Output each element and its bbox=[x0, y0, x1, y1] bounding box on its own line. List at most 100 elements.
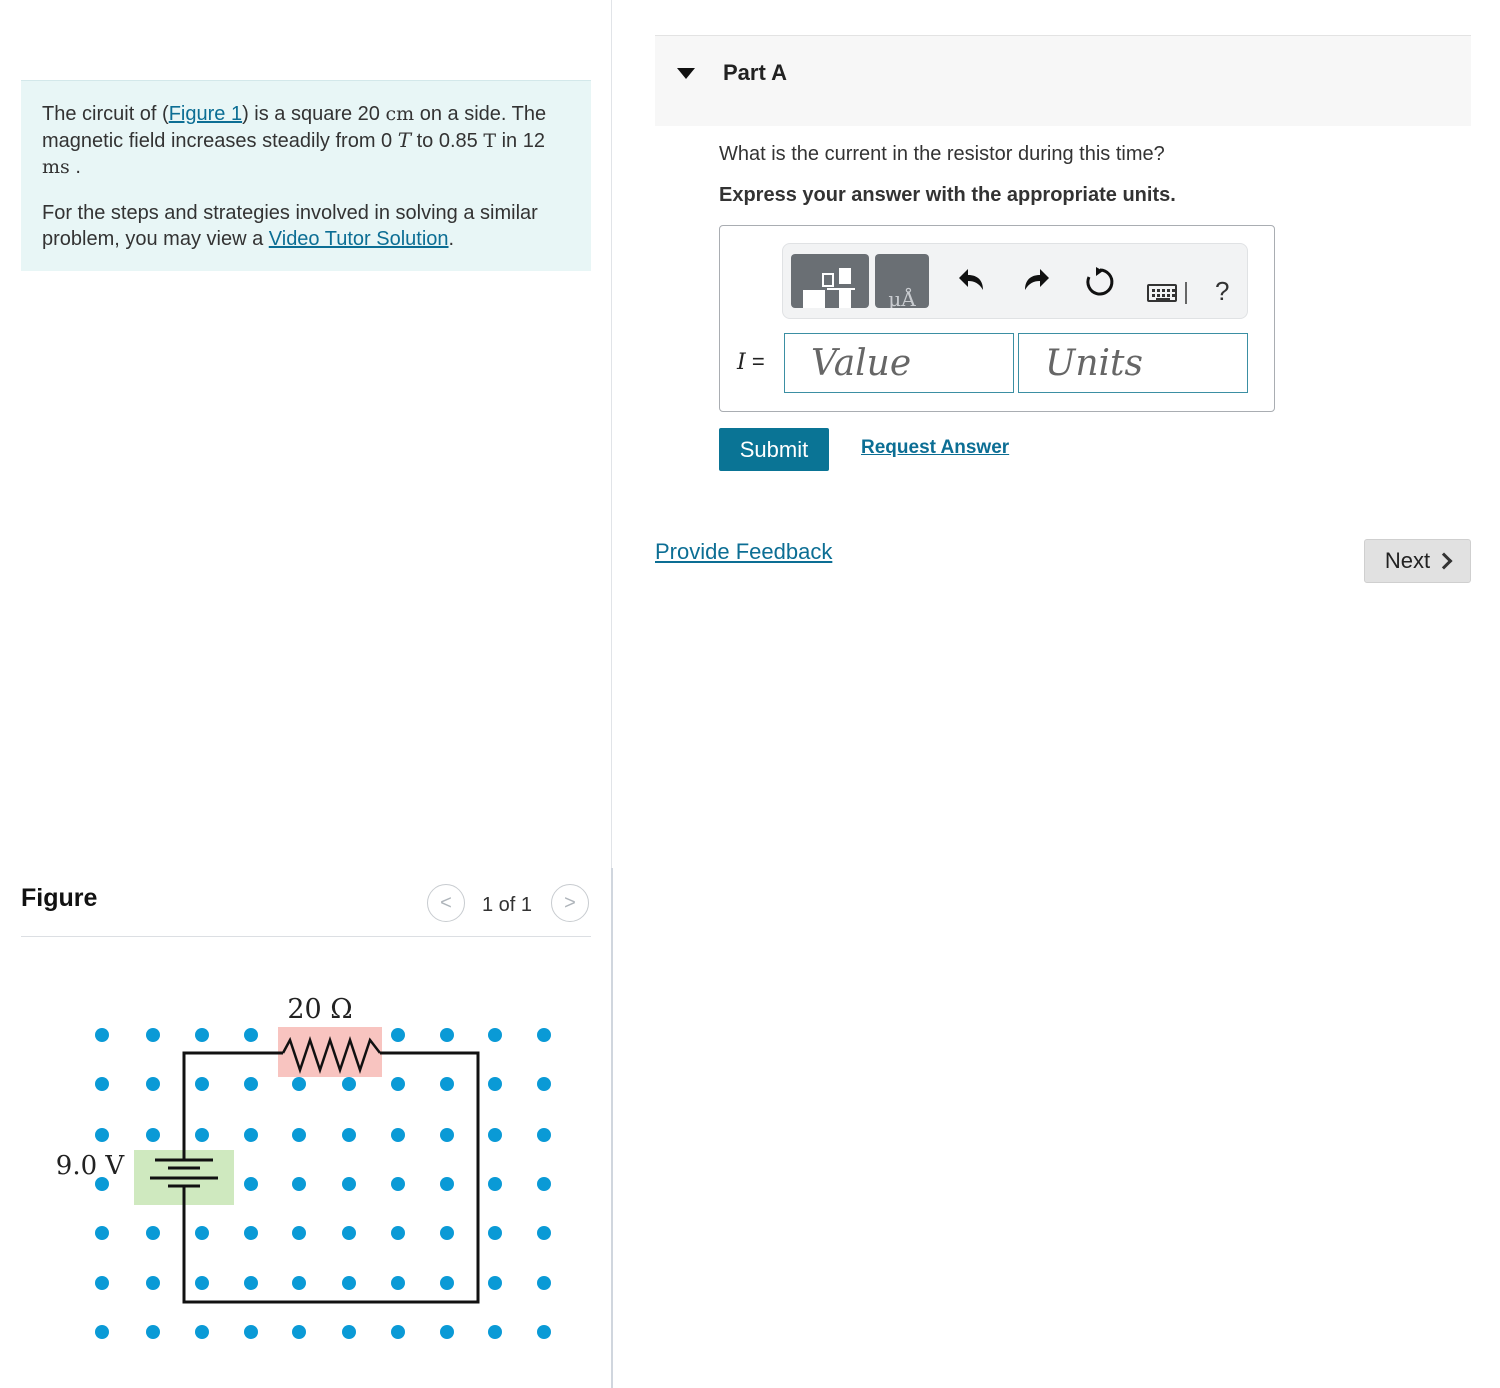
field-dot bbox=[488, 1177, 502, 1191]
redo-icon[interactable] bbox=[1019, 266, 1053, 301]
field-dot bbox=[146, 1128, 160, 1142]
field-dot bbox=[342, 1177, 356, 1191]
problem-statement: The circuit of (Figure 1) is a square 20… bbox=[21, 80, 591, 271]
field-dot bbox=[244, 1325, 258, 1339]
chevron-right-icon bbox=[1435, 552, 1453, 570]
video-tutor-link[interactable]: Video Tutor Solution bbox=[269, 228, 449, 250]
field-dot bbox=[440, 1128, 454, 1142]
field-dot bbox=[488, 1128, 502, 1142]
field-dot bbox=[195, 1128, 209, 1142]
field-dot bbox=[146, 1077, 160, 1091]
field-dot bbox=[391, 1077, 405, 1091]
field-dot bbox=[342, 1226, 356, 1240]
field-dot bbox=[195, 1325, 209, 1339]
field-dot bbox=[292, 1177, 306, 1191]
submit-button[interactable]: Submit bbox=[719, 428, 829, 471]
field-dot bbox=[95, 1276, 109, 1290]
field-dot bbox=[342, 1128, 356, 1142]
toolbar-separator bbox=[1185, 282, 1187, 304]
provide-feedback-link[interactable]: Provide Feedback bbox=[655, 539, 832, 565]
field-dot bbox=[391, 1276, 405, 1290]
field-dot bbox=[146, 1325, 160, 1339]
field-dot bbox=[95, 1325, 109, 1339]
field-dot bbox=[95, 1028, 109, 1042]
field-dot bbox=[440, 1177, 454, 1191]
field-dot bbox=[195, 1276, 209, 1290]
previous-figure-button[interactable]: < bbox=[427, 884, 465, 922]
field-dot bbox=[244, 1226, 258, 1240]
keyboard-icon[interactable] bbox=[1147, 284, 1177, 302]
figure-title: Figure bbox=[21, 884, 98, 912]
field-dot bbox=[391, 1128, 405, 1142]
next-figure-button[interactable]: > bbox=[551, 884, 589, 922]
reset-icon[interactable] bbox=[1083, 266, 1117, 305]
problem-text: The circuit of (Figure 1) is a square 20… bbox=[42, 103, 547, 178]
part-title: Part A bbox=[723, 60, 787, 85]
field-dot bbox=[537, 1028, 551, 1042]
field-dot bbox=[342, 1276, 356, 1290]
field-dot bbox=[292, 1128, 306, 1142]
value-input[interactable] bbox=[784, 333, 1014, 393]
field-dot bbox=[146, 1028, 160, 1042]
question-text: What is the current in the resistor duri… bbox=[719, 143, 1165, 165]
field-dot bbox=[195, 1028, 209, 1042]
pager-count: 1 of 1 bbox=[482, 894, 533, 916]
field-dot bbox=[488, 1226, 502, 1240]
field-dot bbox=[292, 1325, 306, 1339]
chevron-left-icon: < bbox=[440, 891, 452, 914]
field-dot bbox=[391, 1177, 405, 1191]
units-input[interactable] bbox=[1018, 333, 1248, 393]
field-dot bbox=[244, 1028, 258, 1042]
part-a-header[interactable]: Part A bbox=[655, 35, 1471, 126]
next-label: Next bbox=[1384, 548, 1431, 573]
field-dot bbox=[95, 1226, 109, 1240]
field-dot bbox=[195, 1226, 209, 1240]
field-dot bbox=[342, 1077, 356, 1091]
next-button[interactable]: Next bbox=[1364, 539, 1471, 583]
field-dot bbox=[195, 1077, 209, 1091]
field-dot bbox=[537, 1077, 551, 1091]
field-dot bbox=[244, 1276, 258, 1290]
units-button[interactable]: μÅ bbox=[875, 254, 929, 308]
collapse-caret-icon[interactable] bbox=[677, 68, 695, 79]
figure-pager: < 1 of 1 > bbox=[426, 884, 591, 924]
field-dot bbox=[488, 1077, 502, 1091]
help-icon[interactable]: ? bbox=[1215, 276, 1229, 307]
chevron-right-icon: > bbox=[564, 891, 576, 914]
pane-divider bbox=[611, 0, 612, 868]
figure-divider bbox=[21, 936, 591, 937]
field-dot bbox=[488, 1276, 502, 1290]
field-dot bbox=[391, 1325, 405, 1339]
field-dot bbox=[440, 1226, 454, 1240]
pane-divider-lower bbox=[611, 868, 613, 1388]
field-dot bbox=[537, 1325, 551, 1339]
units-icon: μÅ bbox=[888, 286, 916, 308]
svg-text:μÅ: μÅ bbox=[888, 286, 916, 308]
field-dot bbox=[95, 1128, 109, 1142]
templates-button[interactable] bbox=[791, 254, 869, 308]
field-dot bbox=[440, 1077, 454, 1091]
field-dot bbox=[146, 1276, 160, 1290]
field-dot bbox=[537, 1128, 551, 1142]
resistor-label: 20 Ω bbox=[287, 994, 352, 1025]
field-dot bbox=[244, 1177, 258, 1191]
battery-label: 9.0 V bbox=[56, 1151, 126, 1181]
field-dot bbox=[488, 1325, 502, 1339]
field-dot bbox=[342, 1325, 356, 1339]
field-dot bbox=[292, 1226, 306, 1240]
field-dot bbox=[440, 1028, 454, 1042]
field-dot bbox=[95, 1077, 109, 1091]
instruction-text: Express your answer with the appropriate… bbox=[719, 184, 1176, 206]
request-answer-link[interactable]: Request Answer bbox=[861, 437, 1009, 459]
field-dot bbox=[488, 1028, 502, 1042]
field-dot bbox=[537, 1276, 551, 1290]
math-toolbar: μÅ ? bbox=[782, 243, 1248, 319]
figure-link[interactable]: Figure 1 bbox=[169, 103, 242, 125]
undo-icon[interactable] bbox=[955, 266, 989, 301]
field-dot bbox=[391, 1226, 405, 1240]
variable-label: I = bbox=[737, 349, 765, 375]
field-dot bbox=[292, 1077, 306, 1091]
answer-box: μÅ ? I = bbox=[719, 225, 1275, 412]
field-dot bbox=[440, 1325, 454, 1339]
field-dot bbox=[292, 1276, 306, 1290]
